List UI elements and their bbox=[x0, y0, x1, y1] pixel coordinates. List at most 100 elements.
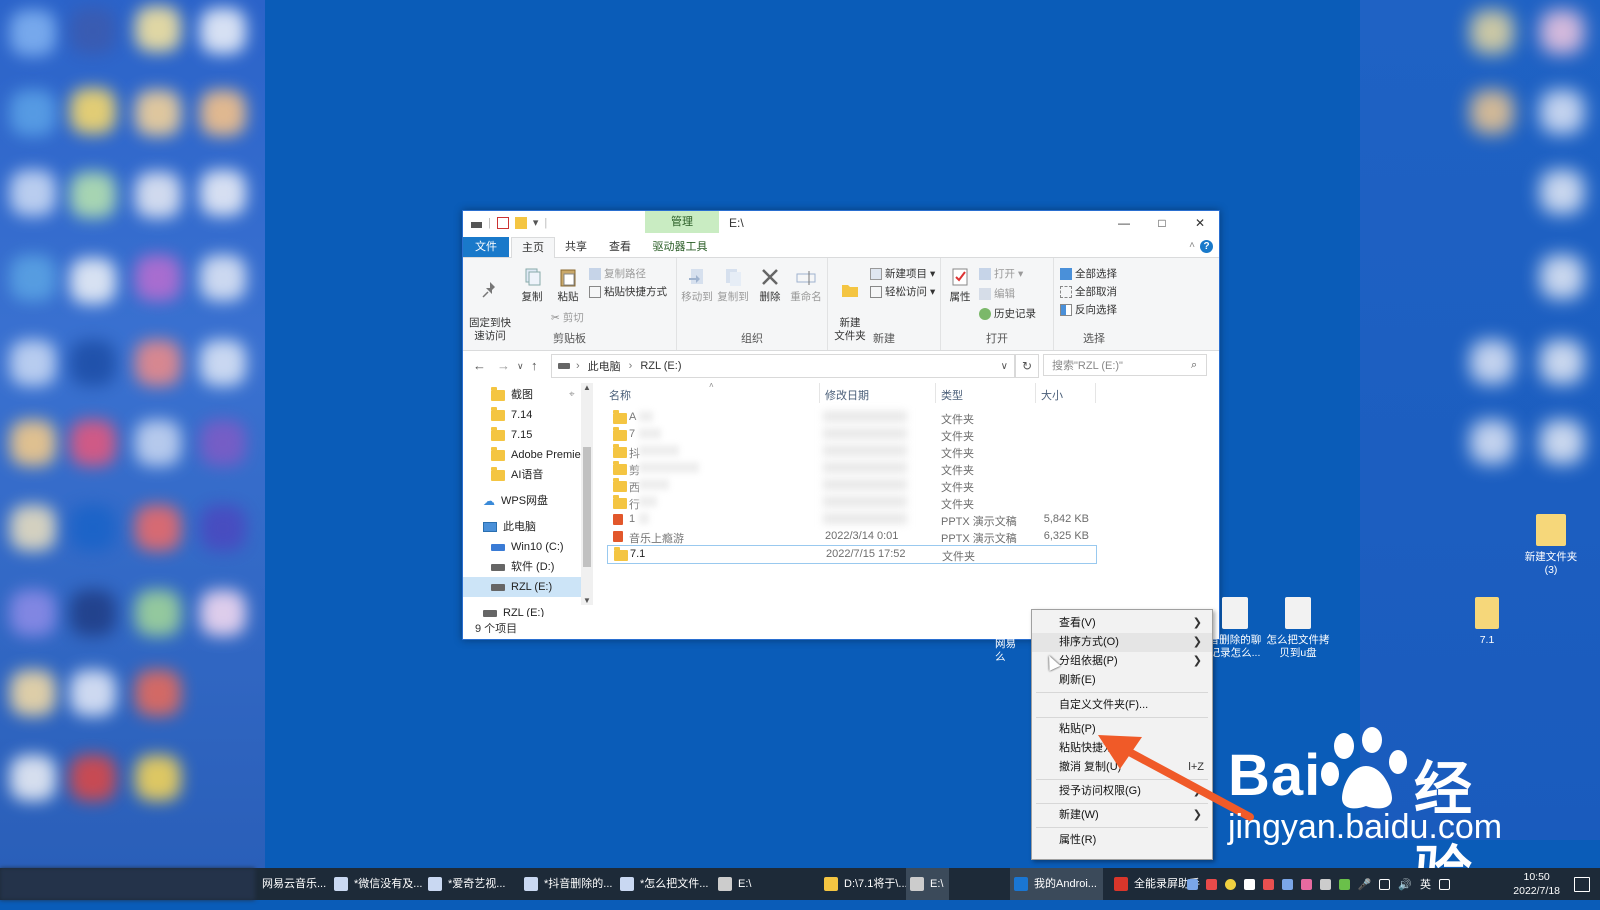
help-icon[interactable]: ? bbox=[1200, 240, 1213, 253]
column-size[interactable]: 大小 bbox=[1041, 387, 1063, 403]
customize-toolbar-icon[interactable]: ▾ bbox=[533, 216, 539, 229]
file-row[interactable]: 抖文件夹 bbox=[607, 443, 1095, 460]
file-row[interactable]: 西文件夹 bbox=[607, 477, 1095, 494]
desktop-icon-new-folder-3[interactable]: 新建文件夹 (3) bbox=[1516, 514, 1586, 577]
taskbar-item[interactable]: 我的Androi... bbox=[1010, 868, 1103, 900]
recent-locations-icon[interactable]: ∨ bbox=[517, 361, 524, 372]
rename-button[interactable]: 重命名 bbox=[787, 266, 825, 304]
navigation-pane[interactable]: 截图 ⌖ 7.14 7.15 Adobe Premier AI语音 ☁ WPS网盘 … bbox=[463, 383, 595, 617]
title-bar[interactable]: | ▾ | 管理 E:\ — □ ✕ bbox=[463, 211, 1219, 237]
taskbar-item[interactable]: *抖音删除的... bbox=[520, 868, 618, 900]
drive-icon bbox=[558, 363, 570, 369]
minimize-button[interactable]: — bbox=[1105, 211, 1143, 235]
copy-button[interactable]: 复制 bbox=[515, 266, 549, 304]
delete-button[interactable]: 删除 bbox=[753, 266, 787, 304]
nav-item-7-15[interactable]: 7.15 bbox=[491, 425, 532, 445]
refresh-icon[interactable]: ↻ bbox=[1015, 354, 1039, 378]
cut-button[interactable]: ✂ 剪切 bbox=[551, 310, 584, 325]
menu-item-sort-by[interactable]: 排序方式(O) ❯ bbox=[1032, 633, 1212, 652]
tab-view[interactable]: 查看 bbox=[599, 237, 641, 257]
file-row[interactable]: 7 文件夹 bbox=[607, 426, 1095, 443]
new-folder-icon[interactable] bbox=[514, 216, 527, 229]
menu-item-properties[interactable]: 属性(R) bbox=[1032, 831, 1212, 850]
copy-to-button[interactable]: 复制到 bbox=[715, 266, 751, 304]
tab-share[interactable]: 共享 bbox=[555, 237, 597, 257]
open-button[interactable]: 打开 ▾ bbox=[979, 266, 1023, 281]
file-row[interactable]: 行文件夹 bbox=[607, 494, 1095, 511]
desktop-icon-copy-to-usb[interactable]: 怎么把文件拷 贝到u盘 bbox=[1263, 597, 1333, 660]
taskbar-item[interactable]: 网易云音乐... bbox=[258, 868, 332, 900]
menu-item-view[interactable]: 查看(V) ❯ bbox=[1032, 614, 1212, 633]
nav-item-wps-cloud[interactable]: ☁ WPS网盘 bbox=[483, 491, 548, 511]
new-item-button[interactable]: 新建项目 ▾ bbox=[870, 266, 935, 281]
nav-item-drive-e[interactable]: RZL (E:) bbox=[463, 577, 581, 597]
quick-access-toolbar[interactable]: | ▾ | bbox=[471, 216, 547, 229]
nav-item-this-pc[interactable]: 此电脑 bbox=[483, 517, 536, 537]
file-row[interactable]: 音乐上瘾游 2022/3/14 0:01 PPTX 演示文稿 6,325 KB bbox=[607, 528, 1095, 545]
nav-item-ai-voice[interactable]: AI语音 bbox=[491, 465, 543, 485]
system-tray[interactable]: 🎤 🔊 英 bbox=[1186, 868, 1450, 900]
properties-button[interactable]: 属性 bbox=[943, 266, 977, 304]
collapse-ribbon-icon[interactable]: ˄ bbox=[1189, 240, 1195, 251]
menu-item-refresh[interactable]: 刷新(E) bbox=[1032, 671, 1212, 690]
paste-button[interactable]: 粘贴 bbox=[551, 266, 585, 304]
app-icon bbox=[334, 877, 348, 891]
desktop-icon-netease[interactable]: 网易 么 bbox=[995, 638, 1029, 664]
select-none-button[interactable]: 全部取消 bbox=[1060, 284, 1117, 299]
file-row[interactable]: 7.1 2022/7/15 17:52 文件夹 bbox=[607, 545, 1097, 564]
taskbar-item[interactable]: E:\ bbox=[714, 868, 757, 900]
easy-access-button[interactable]: 轻松访问 ▾ bbox=[870, 284, 935, 299]
file-row[interactable]: A 文件夹 bbox=[607, 409, 1095, 426]
tab-file[interactable]: 文件 bbox=[463, 237, 509, 257]
nav-item-adobe-premiere[interactable]: Adobe Premier bbox=[491, 445, 584, 465]
nav-item-drive-c[interactable]: Win10 (C:) bbox=[491, 537, 564, 557]
tab-home[interactable]: 主页 bbox=[511, 237, 555, 259]
tab-manage[interactable]: 管理 bbox=[645, 211, 719, 233]
nav-item-drive-d[interactable]: 软件 (D:) bbox=[491, 557, 554, 577]
taskbar-item[interactable]: E:\ bbox=[906, 868, 950, 900]
breadcrumb-this-pc[interactable]: 此电脑 bbox=[588, 358, 621, 374]
taskbar-item[interactable]: *微信没有及... bbox=[330, 868, 428, 900]
copy-path-button[interactable]: 复制路径 bbox=[589, 266, 646, 281]
column-name[interactable]: 名称 bbox=[609, 387, 631, 403]
ime-indicator[interactable]: 英 bbox=[1420, 876, 1431, 892]
nav-item-screenshots[interactable]: 截图 ⌖ bbox=[491, 385, 575, 405]
column-date[interactable]: 修改日期 bbox=[825, 387, 869, 403]
properties-check-icon[interactable] bbox=[496, 216, 509, 229]
nav-item-7-14[interactable]: 7.14 bbox=[491, 405, 532, 425]
search-input[interactable]: 搜索"RZL (E:)" bbox=[1043, 354, 1207, 376]
taskbar-item[interactable]: *爱奇艺视... bbox=[424, 868, 511, 900]
desktop-icon-7-1[interactable]: 7.1 bbox=[1452, 597, 1522, 647]
breadcrumb-drive[interactable]: RZL (E:) bbox=[640, 360, 681, 372]
scrollbar-thumb[interactable] bbox=[583, 447, 591, 567]
invert-selection-button[interactable]: 反向选择 bbox=[1060, 302, 1117, 317]
forward-arrow-icon[interactable]: → bbox=[497, 358, 510, 373]
menu-item-customize-folder[interactable]: 自定义文件夹(F)... bbox=[1032, 696, 1212, 715]
back-arrow-icon[interactable]: ← bbox=[473, 358, 486, 373]
taskbar-item[interactable]: *怎么把文件... bbox=[616, 868, 714, 900]
menu-item-group-by[interactable]: 分组依据(P) ❯ bbox=[1032, 652, 1212, 671]
maximize-button[interactable]: □ bbox=[1143, 211, 1181, 235]
clock[interactable]: 10:50 2022/7/18 bbox=[1513, 870, 1560, 898]
edit-button[interactable]: 编辑 bbox=[979, 286, 1015, 301]
address-dropdown-icon[interactable]: ∨ bbox=[1001, 361, 1008, 372]
up-arrow-icon[interactable]: ↑ bbox=[531, 358, 538, 373]
nav-scrollbar[interactable]: ▲ ▼ bbox=[581, 383, 593, 605]
taskbar-item[interactable]: D:\7.1将于\... bbox=[820, 868, 914, 900]
history-button[interactable]: 历史记录 bbox=[979, 306, 1036, 321]
explorer-window[interactable]: | ▾ | 管理 E:\ — □ ✕ 文件 主页 共享 查看 驱动器工具 ˄ ?… bbox=[462, 210, 1220, 640]
address-path[interactable]: › 此电脑 › RZL (E:) ∨ bbox=[551, 354, 1015, 378]
file-row[interactable]: 剪文件夹 bbox=[607, 460, 1095, 477]
desktop-icon-label: 怎么把文件拷 贝到u盘 bbox=[1266, 634, 1330, 659]
file-row[interactable]: 1 PPTX 演示文稿 5,842 KB bbox=[607, 511, 1095, 528]
move-to-button[interactable]: 移动到 bbox=[679, 266, 715, 304]
paste-shortcut-button[interactable]: 粘贴快捷方式 bbox=[589, 284, 667, 299]
watermark-url: jingyan.baidu.com bbox=[1228, 808, 1503, 846]
close-button[interactable]: ✕ bbox=[1181, 211, 1219, 235]
nav-item-drive-e-2[interactable]: RZL (E:) bbox=[483, 603, 544, 617]
select-all-button[interactable]: 全部选择 bbox=[1060, 266, 1117, 281]
copy-path-icon bbox=[589, 267, 601, 280]
notification-icon[interactable] bbox=[1574, 877, 1590, 892]
column-type[interactable]: 类型 bbox=[941, 387, 963, 403]
tab-drive-tools[interactable]: 驱动器工具 bbox=[643, 237, 717, 257]
